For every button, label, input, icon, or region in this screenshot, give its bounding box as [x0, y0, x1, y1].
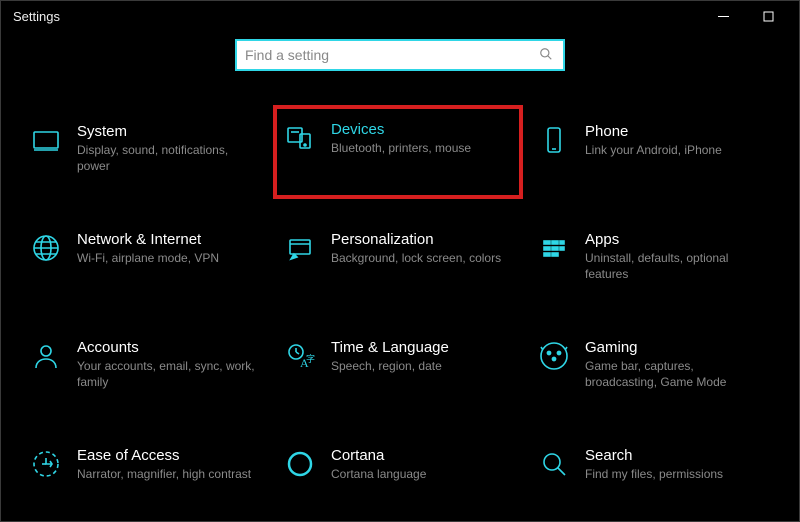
- category-description: Game bar, captures, broadcasting, Game M…: [585, 358, 765, 390]
- category-text: Search Find my files, permissions: [585, 447, 723, 482]
- category-title: Gaming: [585, 339, 765, 356]
- phone-icon: [537, 123, 571, 157]
- category-description: Wi-Fi, airplane mode, VPN: [77, 250, 219, 266]
- category-description: Uninstall, defaults, optional features: [585, 250, 765, 282]
- category-title: Phone: [585, 123, 722, 140]
- settings-window: Settings System Display, sound, notificat…: [0, 0, 800, 522]
- category-text: System Display, sound, notifications, pow…: [77, 123, 257, 174]
- category-search[interactable]: Search Find my files, permissions: [537, 441, 771, 511]
- category-description: Link your Android, iPhone: [585, 142, 722, 158]
- search-bar-container: [1, 39, 799, 71]
- search-icon: [539, 47, 555, 63]
- time-lang-icon: [283, 339, 317, 373]
- category-title: Cortana: [331, 447, 426, 464]
- cortana-icon: [283, 447, 317, 481]
- monitor-icon: [29, 123, 63, 157]
- category-text: Ease of Access Narrator, magnifier, high …: [77, 447, 251, 482]
- apps-icon: [537, 231, 571, 265]
- category-devices[interactable]: Devices Bluetooth, printers, mouse: [273, 105, 523, 199]
- gaming-icon: [537, 339, 571, 373]
- category-title: Apps: [585, 231, 765, 248]
- brush-icon: [283, 231, 317, 265]
- category-title: Personalization: [331, 231, 501, 248]
- person-icon: [29, 339, 63, 373]
- category-text: Phone Link your Android, iPhone: [585, 123, 722, 158]
- search-input[interactable]: [245, 47, 539, 63]
- category-phone[interactable]: Phone Link your Android, iPhone: [537, 117, 771, 187]
- category-time-language[interactable]: Time & Language Speech, region, date: [283, 333, 517, 403]
- window-controls: [701, 1, 791, 31]
- category-description: Bluetooth, printers, mouse: [331, 140, 471, 156]
- category-text: Network & Internet Wi-Fi, airplane mode, …: [77, 231, 219, 266]
- category-text: Cortana Cortana language: [331, 447, 426, 482]
- minimize-icon: [718, 11, 729, 22]
- category-accounts[interactable]: Accounts Your accounts, email, sync, work…: [29, 333, 263, 403]
- category-text: Time & Language Speech, region, date: [331, 339, 449, 374]
- category-ease-of-access[interactable]: Ease of Access Narrator, magnifier, high …: [29, 441, 263, 511]
- window-title: Settings: [13, 9, 60, 24]
- category-title: System: [77, 123, 257, 140]
- category-title: Ease of Access: [77, 447, 251, 464]
- category-grid: System Display, sound, notifications, pow…: [1, 117, 799, 511]
- category-system[interactable]: System Display, sound, notifications, pow…: [29, 117, 263, 187]
- search-box[interactable]: [235, 39, 565, 71]
- category-title: Network & Internet: [77, 231, 219, 248]
- search-cat-icon: [537, 447, 571, 481]
- category-description: Narrator, magnifier, high contrast: [77, 466, 251, 482]
- category-title: Search: [585, 447, 723, 464]
- category-description: Your accounts, email, sync, work, family: [77, 358, 257, 390]
- minimize-button[interactable]: [701, 1, 746, 31]
- category-description: Display, sound, notifications, power: [77, 142, 257, 174]
- category-description: Speech, region, date: [331, 358, 449, 374]
- category-description: Cortana language: [331, 466, 426, 482]
- devices-icon: [283, 121, 317, 155]
- category-text: Accounts Your accounts, email, sync, work…: [77, 339, 257, 390]
- category-gaming[interactable]: Gaming Game bar, captures, broadcasting, …: [537, 333, 771, 403]
- category-text: Gaming Game bar, captures, broadcasting, …: [585, 339, 765, 390]
- maximize-button[interactable]: [746, 1, 791, 31]
- category-description: Background, lock screen, colors: [331, 250, 501, 266]
- category-description: Find my files, permissions: [585, 466, 723, 482]
- maximize-icon: [763, 11, 774, 22]
- category-apps[interactable]: Apps Uninstall, defaults, optional featur…: [537, 225, 771, 295]
- ease-icon: [29, 447, 63, 481]
- globe-icon: [29, 231, 63, 265]
- category-title: Time & Language: [331, 339, 449, 356]
- title-bar: Settings: [1, 1, 799, 31]
- category-cortana[interactable]: Cortana Cortana language: [283, 441, 517, 511]
- category-text: Personalization Background, lock screen, …: [331, 231, 501, 266]
- category-network-internet[interactable]: Network & Internet Wi-Fi, airplane mode, …: [29, 225, 263, 295]
- category-title: Accounts: [77, 339, 257, 356]
- category-personalization[interactable]: Personalization Background, lock screen, …: [283, 225, 517, 295]
- category-title: Devices: [331, 121, 471, 138]
- category-text: Apps Uninstall, defaults, optional featur…: [585, 231, 765, 282]
- category-text: Devices Bluetooth, printers, mouse: [331, 121, 471, 156]
